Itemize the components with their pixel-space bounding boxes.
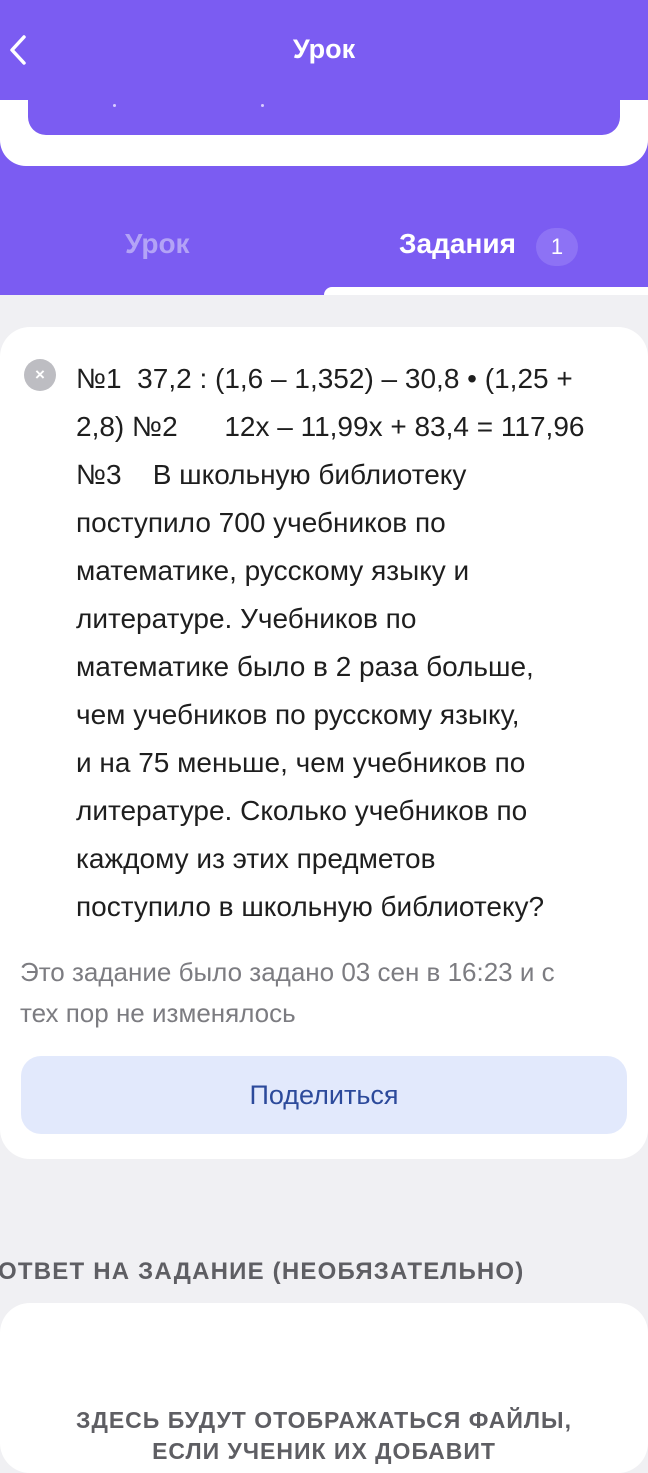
tab-tasks[interactable]: Задания <box>399 228 516 260</box>
close-icon[interactable]: × <box>24 359 56 391</box>
task-line: №1 37,2 : (1,6 – 1,352) – 30,8 • (1,25 + <box>76 363 573 394</box>
tab-lesson[interactable]: Урок <box>125 228 190 260</box>
task-line: поступило в школьную библиотеку? <box>76 891 545 922</box>
note-line: тех пор не изменялось <box>20 998 296 1028</box>
task-text: №1 37,2 : (1,6 – 1,352) – 30,8 • (1,25 +… <box>76 355 636 931</box>
share-button[interactable]: Поделиться <box>21 1056 627 1134</box>
banner-dot <box>261 104 264 107</box>
note-line: Это задание было задано 03 сен в 16:23 и… <box>20 957 555 987</box>
page-title: Урок <box>292 34 356 64</box>
files-line: ЗДЕСЬ БУДУТ ОТОБРАЖАТЬСЯ ФАЙЛЫ, <box>76 1407 572 1433</box>
task-line: математике, русскому языку и <box>76 555 470 586</box>
task-line: литературе. Учебников по <box>76 603 417 634</box>
task-line: 2,8) №2 12x – 11,99x + 83,4 = 117,96 <box>76 411 585 442</box>
task-line: поступило 700 учебников по <box>76 507 446 538</box>
task-assigned-note: Это задание было задано 03 сен в 16:23 и… <box>20 952 640 1034</box>
files-line: ЕСЛИ УЧЕНИК ИХ ДОБАВИТ <box>152 1438 496 1464</box>
task-line: литературе. Сколько учебников по <box>76 795 528 826</box>
task-line: №3 В школьную библиотеку <box>76 459 467 490</box>
answer-section-label: ОТВЕТ НА ЗАДАНИЕ (НЕОБЯЗАТЕЛЬНО) <box>0 1258 525 1285</box>
active-tab-indicator <box>324 287 648 295</box>
task-line: математике было в 2 раза больше, <box>76 651 534 682</box>
task-line: и на 75 меньше, чем учебников по <box>76 747 526 778</box>
lesson-info-banner <box>28 100 620 135</box>
tasks-count-badge: 1 <box>536 228 578 266</box>
task-line: чем учебников по русскому языку, <box>76 699 520 730</box>
banner-dot <box>113 104 116 107</box>
task-line: каждому из этих предметов <box>76 843 436 874</box>
files-placeholder: ЗДЕСЬ БУДУТ ОТОБРАЖАТЬСЯ ФАЙЛЫ, ЕСЛИ УЧЕ… <box>0 1405 648 1467</box>
